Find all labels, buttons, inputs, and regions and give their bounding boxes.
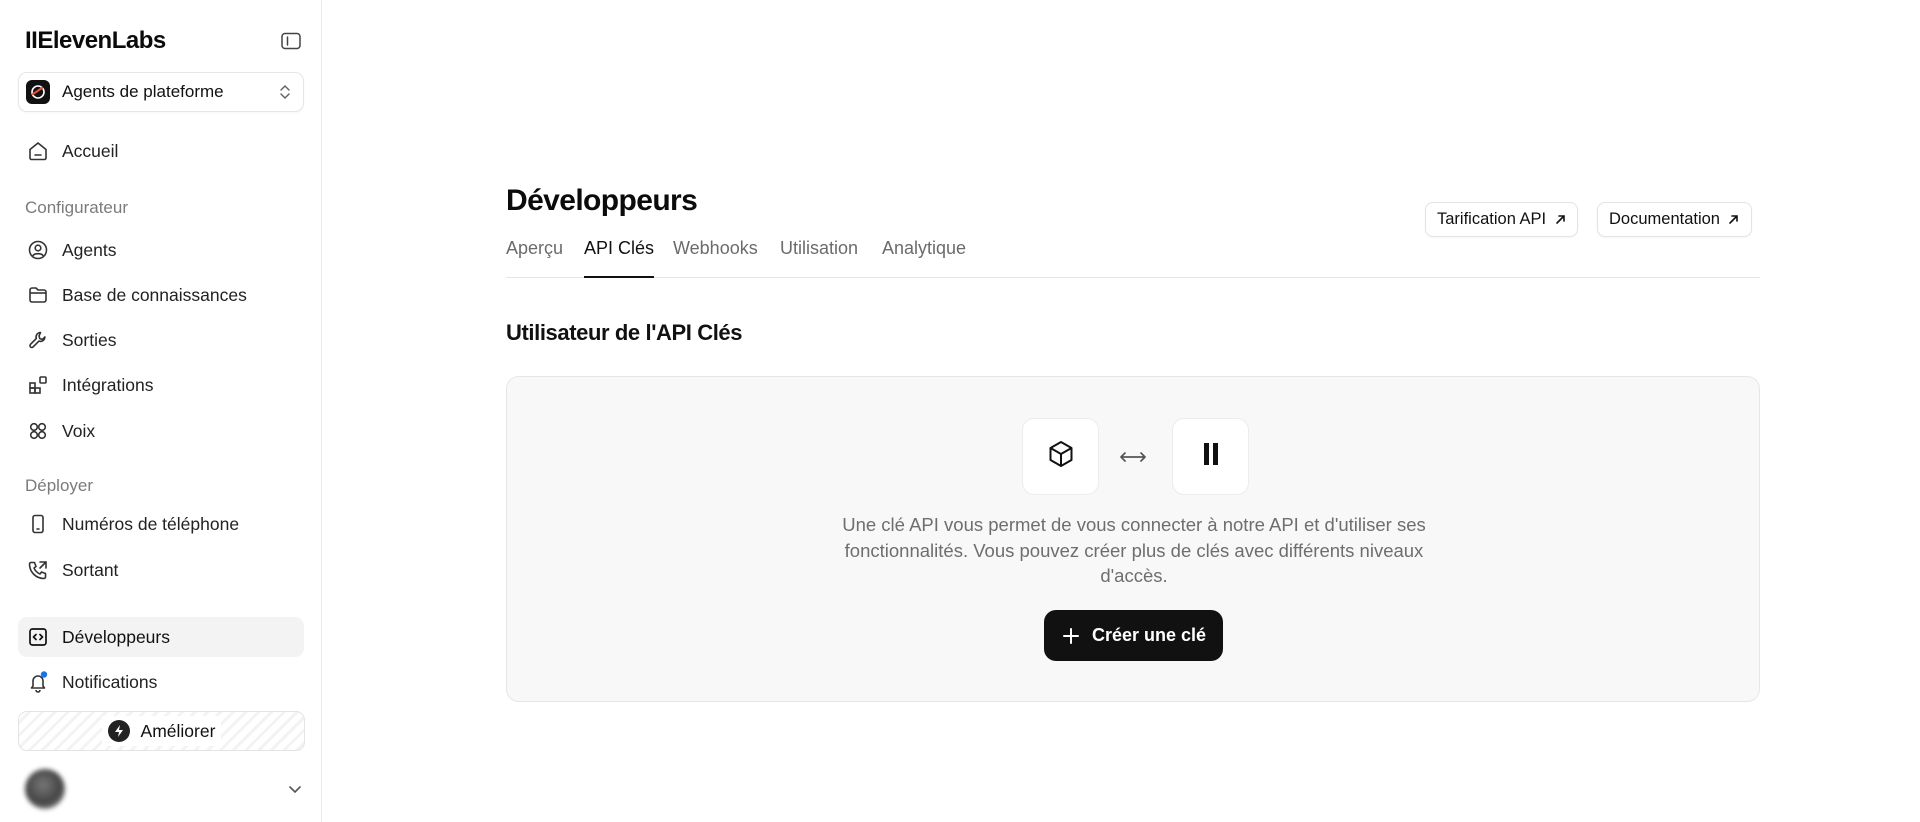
sidebar-item-knowledge-base[interactable]: Base de connaissances xyxy=(18,275,304,315)
api-keys-empty-state: Une clé API vous permet de vous connecte… xyxy=(506,376,1760,702)
documentation-button[interactable]: Documentation xyxy=(1597,202,1752,237)
upgrade-label: Améliorer xyxy=(140,720,216,741)
tab-overview[interactable]: Aperçu xyxy=(506,238,563,278)
sidebar-item-label: Base de connaissances xyxy=(62,284,247,305)
sidebar-item-integrations[interactable]: Intégrations xyxy=(18,365,304,405)
bell-icon xyxy=(26,670,50,694)
tab-usage[interactable]: Utilisation xyxy=(780,238,858,278)
user-name-blurred xyxy=(77,772,285,789)
user-menu[interactable] xyxy=(25,766,305,812)
sidebar-item-label: Accueil xyxy=(62,140,119,161)
user-circle-icon xyxy=(26,238,50,262)
sidebar-item-label: Intégrations xyxy=(62,374,154,395)
upgrade-content: Améliorer xyxy=(101,716,222,746)
chevron-down-icon xyxy=(285,779,305,799)
phone-outgoing-icon xyxy=(26,558,50,582)
integrations-icon xyxy=(26,373,50,397)
sidebar-item-outbound[interactable]: Sortant xyxy=(18,550,304,590)
phone-device-icon xyxy=(26,512,50,536)
page-title: Développeurs xyxy=(506,184,698,217)
sidebar-item-tools[interactable]: Sorties xyxy=(18,320,304,360)
api-pricing-button[interactable]: Tarification API xyxy=(1425,202,1579,237)
arrows-left-right-icon xyxy=(1117,447,1149,467)
workspace-label: Agents de plateforme xyxy=(62,82,224,101)
api-pricing-label: Tarification API xyxy=(1437,210,1547,228)
sidebar-item-phone-numbers[interactable]: Numéros de téléphone xyxy=(18,504,304,544)
sidebar-item-label: Sorties xyxy=(62,329,117,350)
sidebar-item-voices[interactable]: Voix xyxy=(18,411,304,451)
sidebar-item-label: Développeurs xyxy=(62,626,170,647)
cube-icon xyxy=(1046,439,1076,474)
arrow-up-right-icon xyxy=(1728,214,1740,226)
tab-bar: Aperçu API Clés Webhooks Utilisation Ana… xyxy=(506,236,1760,278)
sidebar-item-notifications[interactable]: Notifications xyxy=(18,662,304,702)
create-key-button[interactable]: Créer une clé xyxy=(1044,610,1223,661)
sidebar-item-label: Agents xyxy=(62,239,117,260)
empty-state-description: Une clé API vous permet de vous connecte… xyxy=(842,514,1426,586)
tab-webhooks[interactable]: Webhooks xyxy=(673,238,758,278)
section-title: Utilisateur de l'API Clés xyxy=(506,320,743,345)
avatar xyxy=(25,769,65,809)
tab-analytics[interactable]: Analytique xyxy=(882,238,966,278)
folder-icon xyxy=(26,283,50,307)
sidebar-item-label: Sortant xyxy=(62,559,119,580)
bolt-icon xyxy=(107,720,130,742)
logo-row: IIElevenLabs xyxy=(25,26,301,56)
cube-icon-box xyxy=(1022,418,1099,495)
documentation-label: Documentation xyxy=(1609,210,1720,228)
upgrade-button[interactable]: Améliorer xyxy=(18,711,305,751)
tab-api-keys[interactable]: API Clés xyxy=(584,238,655,278)
section-label-deploy: Déployer xyxy=(25,476,94,495)
user-subtitle-blurred xyxy=(77,792,285,807)
create-key-label: Créer une clé xyxy=(1091,625,1207,645)
elevenlabs-logo-icon xyxy=(1200,441,1222,472)
sidebar-item-home[interactable]: Accueil xyxy=(18,131,304,171)
sidebar-toggle-icon[interactable] xyxy=(279,29,303,53)
grid-circles-icon xyxy=(26,419,50,443)
home-icon xyxy=(26,139,50,163)
chevron-up-down-icon xyxy=(277,82,293,102)
sidebar-item-label: Notifications xyxy=(62,671,158,692)
section-label-configurator: Configurateur xyxy=(25,198,129,217)
sidebar-item-developers[interactable]: Développeurs xyxy=(18,617,304,657)
sidebar: IIElevenLabs Agents de plateforme Accuei… xyxy=(0,0,322,822)
elevenlabs-logo-box xyxy=(1172,418,1249,495)
arrow-up-right-icon xyxy=(1554,214,1566,226)
workspace-icon xyxy=(26,80,50,104)
sidebar-item-label: Voix xyxy=(62,420,96,441)
sidebar-item-agents[interactable]: Agents xyxy=(18,230,304,270)
user-info-blurred xyxy=(77,772,285,807)
plus-icon xyxy=(1061,626,1081,646)
app-logo[interactable]: IIElevenLabs xyxy=(25,27,166,55)
wrench-icon xyxy=(26,328,50,352)
sidebar-item-label: Numéros de téléphone xyxy=(62,513,240,534)
workspace-selector[interactable]: Agents de plateforme xyxy=(18,72,304,112)
code-box-icon xyxy=(26,625,50,649)
